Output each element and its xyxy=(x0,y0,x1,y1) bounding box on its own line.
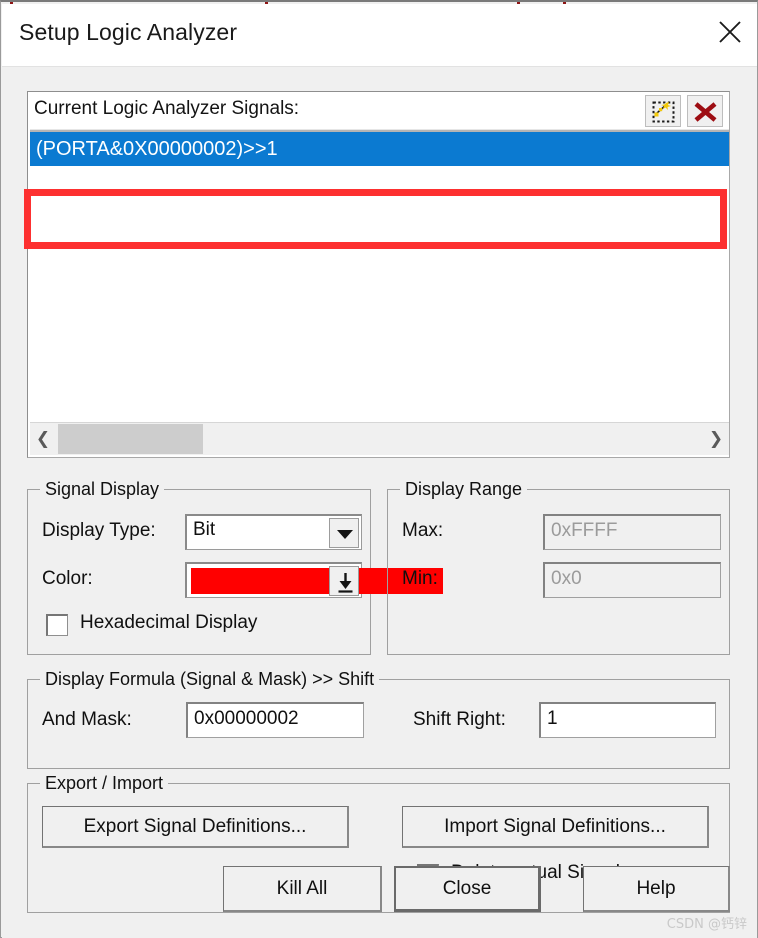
hexadecimal-display-label: Hexadecimal Display xyxy=(80,612,258,633)
new-signal-button[interactable] xyxy=(645,95,681,127)
chevron-down-icon[interactable] xyxy=(329,518,359,548)
watermark: CSDN @钙锌 xyxy=(666,917,747,932)
drop-down-arrow-icon[interactable] xyxy=(329,566,359,596)
display-formula-group: Display Formula (Signal & Mask) >> Shift… xyxy=(27,669,730,769)
display-formula-group-title: Display Formula (Signal & Mask) >> Shift xyxy=(40,669,380,690)
list-item[interactable]: (PORTA&0X00000002)>>1 xyxy=(30,132,729,166)
current-signals-label: Current Logic Analyzer Signals: xyxy=(34,98,300,119)
checkbox-box[interactable] xyxy=(46,614,68,636)
dialog-client-area: Current Logic Analyzer Signals: (PORTA&0… xyxy=(2,67,757,938)
listbox-horizontal-scrollbar[interactable]: ❮ ❯ xyxy=(30,422,729,455)
help-button[interactable]: Help xyxy=(583,866,730,912)
export-import-group-title: Export / Import xyxy=(40,773,169,794)
delete-signal-button[interactable] xyxy=(687,95,723,127)
display-range-group-title: Display Range xyxy=(400,479,528,500)
scroll-left-arrow-icon[interactable]: ❮ xyxy=(30,423,56,455)
close-button-footer[interactable]: Close xyxy=(394,866,541,912)
close-button[interactable] xyxy=(703,4,757,65)
scroll-right-arrow-icon[interactable]: ❯ xyxy=(703,423,729,455)
title-bar: Setup Logic Analyzer xyxy=(2,4,757,67)
min-input[interactable]: 0x0 xyxy=(543,562,721,598)
display-range-group: Display Range Max: 0xFFFF Min: 0x0 xyxy=(387,479,730,655)
signal-display-group: Signal Display Display Type: Bit Color: xyxy=(27,479,443,655)
window-title: Setup Logic Analyzer xyxy=(19,19,238,45)
setup-logic-analyzer-dialog: Setup Logic Analyzer Current Logic Analy… xyxy=(0,0,758,938)
max-label: Max: xyxy=(402,520,444,541)
import-signal-definitions-button[interactable]: Import Signal Definitions... xyxy=(402,806,709,848)
and-mask-label: And Mask: xyxy=(42,709,132,730)
color-combobox[interactable] xyxy=(185,562,443,598)
current-signals-listbox[interactable]: Current Logic Analyzer Signals: (PORTA&0… xyxy=(27,91,730,458)
color-label: Color: xyxy=(42,568,93,589)
display-type-value: Bit xyxy=(193,519,216,540)
shift-right-label: Shift Right: xyxy=(413,709,506,730)
export-signal-definitions-button[interactable]: Export Signal Definitions... xyxy=(42,806,349,848)
signal-list[interactable]: (PORTA&0X00000002)>>1 xyxy=(30,132,729,417)
max-input[interactable]: 0xFFFF xyxy=(543,514,721,550)
shift-right-input[interactable]: 1 xyxy=(539,702,716,738)
scrollbar-thumb[interactable] xyxy=(58,424,203,454)
display-type-combobox[interactable]: Bit xyxy=(185,514,362,550)
min-label: Min: xyxy=(402,568,438,589)
kill-all-button[interactable]: Kill All xyxy=(223,866,382,912)
signal-display-group-title: Signal Display xyxy=(40,479,165,500)
and-mask-input[interactable]: 0x00000002 xyxy=(186,702,364,738)
display-type-label: Display Type: xyxy=(42,520,156,541)
